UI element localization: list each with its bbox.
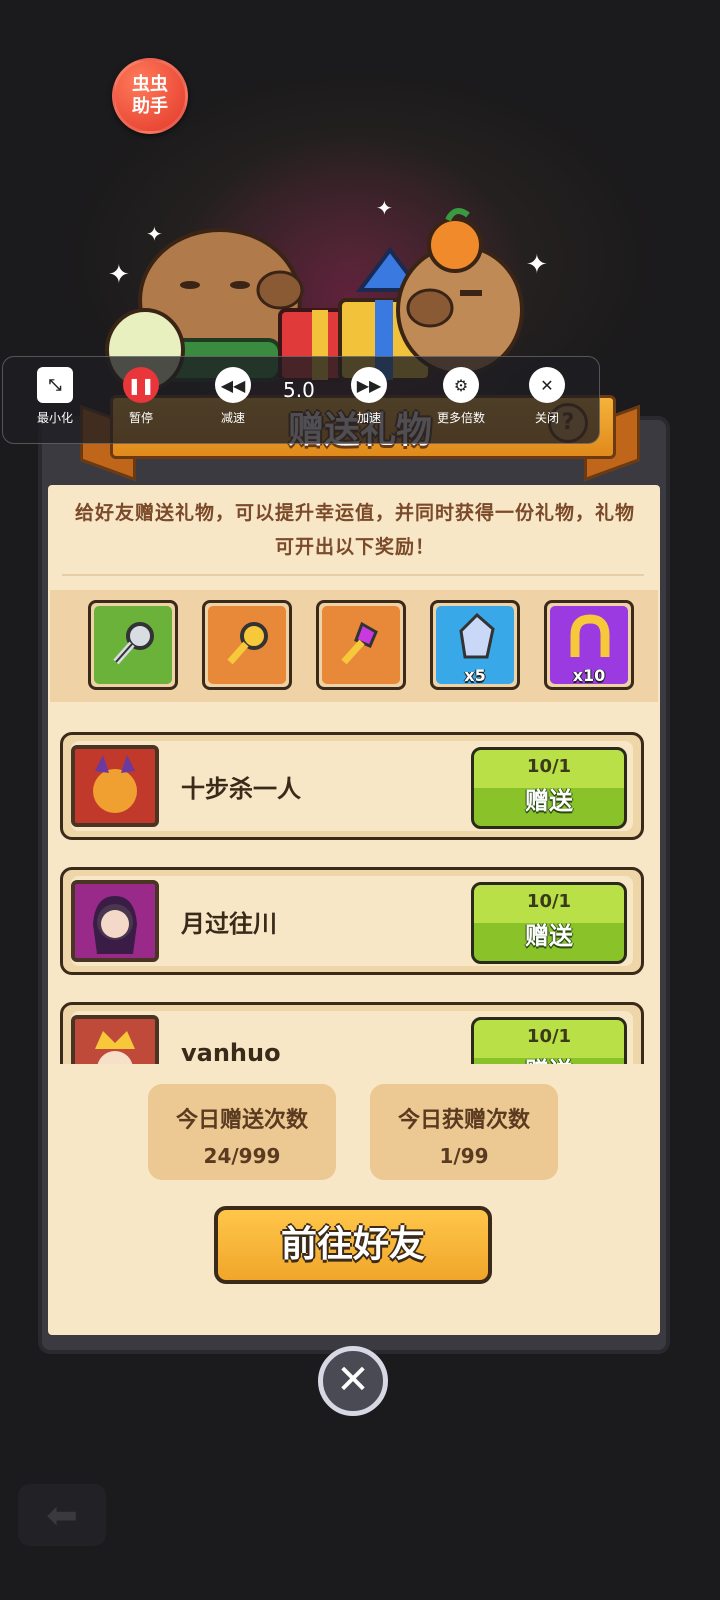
gift-button[interactable]: 10/1 赠送	[471, 882, 627, 964]
slow-down-button[interactable]: ◀◀ 减速	[203, 367, 263, 426]
friend-name: vanhuo	[181, 1039, 281, 1064]
fast-forward-icon: ▶▶	[351, 367, 387, 403]
reward-item[interactable]	[316, 600, 406, 690]
divider	[62, 574, 644, 576]
horseshoe-icon	[570, 614, 610, 657]
toolbar-close-button[interactable]: ✕ 关闭	[517, 367, 577, 426]
gold-key-icon	[227, 622, 268, 665]
sparkle-icon: ✦	[108, 260, 130, 290]
reward-item[interactable]	[202, 600, 292, 690]
sparkle-icon: ✦	[526, 250, 548, 280]
received-count-box: 今日获赠次数 1/99	[370, 1084, 558, 1180]
friend-row: 十步杀一人 10/1 赠送	[60, 732, 644, 840]
avatar[interactable]	[71, 1015, 159, 1064]
helper-line2: 助手	[132, 96, 168, 117]
rewind-icon: ◀◀	[215, 367, 251, 403]
close-icon: ✕	[529, 367, 565, 403]
pause-icon: ❚❚	[123, 367, 159, 403]
received-count-value: 1/99	[439, 1144, 489, 1168]
friend-row: vanhuo 10/1 赠送	[60, 1002, 644, 1064]
back-arrow-icon[interactable]: ⬅	[18, 1484, 106, 1546]
avatar[interactable]	[71, 745, 159, 827]
close-dialog-button[interactable]: ✕	[318, 1346, 388, 1416]
reward-item[interactable]: x5	[430, 600, 520, 690]
friend-name: 十步杀一人	[181, 775, 301, 803]
goto-friends-button[interactable]: 前往好友	[214, 1206, 492, 1284]
minimize-icon: ⤡	[37, 367, 73, 403]
friend-list[interactable]: 十步杀一人 10/1 赠送 月过往川 10/1 赠送 vanhuo 10/1	[50, 712, 658, 1064]
speed-value: 5.0	[283, 378, 315, 402]
gift-description: 给好友赠送礼物，可以提升幸运值，并同时获得一份礼物，礼物可开出以下奖励！	[74, 502, 635, 558]
gear-icon: ⚙	[443, 367, 479, 403]
gift-button[interactable]: 10/1 赠送	[471, 747, 627, 829]
more-speeds-button[interactable]: ⚙ 更多倍数	[431, 367, 491, 426]
silver-key-icon	[113, 622, 154, 665]
helper-line1: 虫虫	[132, 74, 168, 95]
friend-row: 月过往川 10/1 赠送	[60, 867, 644, 975]
speed-up-button[interactable]: ▶▶ 加速	[339, 367, 399, 426]
sent-count-title: 今日赠送次数	[175, 1108, 308, 1133]
gem-key-icon	[341, 621, 378, 665]
close-icon: ✕	[336, 1357, 370, 1403]
avatar[interactable]	[71, 880, 159, 962]
friend-name: 月过往川	[181, 910, 277, 938]
sparkle-icon: ✦	[376, 196, 393, 220]
sent-count-box: 今日赠送次数 24/999	[148, 1084, 336, 1180]
reward-item[interactable]: x10	[544, 600, 634, 690]
received-count-title: 今日获赠次数	[397, 1108, 530, 1133]
reward-strip[interactable]: x5 x10	[50, 590, 658, 702]
reward-item[interactable]	[88, 600, 178, 690]
helper-badge[interactable]: 虫虫 助手	[112, 58, 188, 134]
sent-count-value: 24/999	[203, 1144, 281, 1168]
sparkle-icon: ✦	[146, 222, 163, 246]
minimize-button[interactable]: ⤡ 最小化	[25, 367, 85, 426]
pause-button[interactable]: ❚❚ 暂停	[111, 367, 171, 426]
gift-button[interactable]: 10/1 赠送	[471, 1017, 627, 1064]
crystal-icon	[459, 612, 495, 659]
